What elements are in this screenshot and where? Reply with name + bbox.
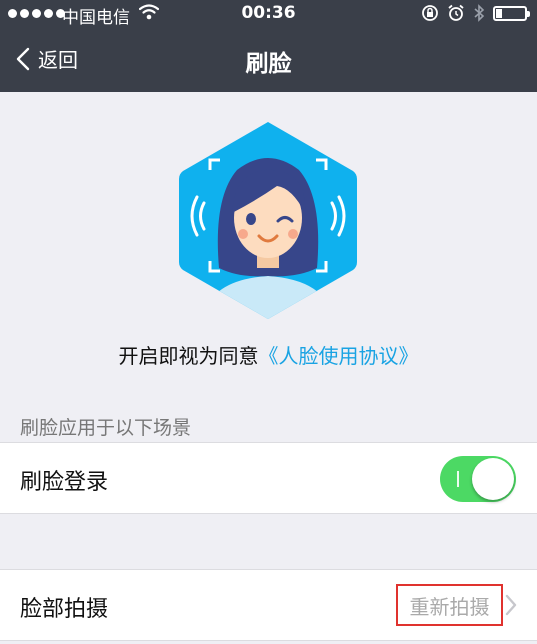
face-login-toggle[interactable]: [440, 456, 516, 502]
face-capture-label: 脸部拍摄: [20, 597, 109, 622]
bluetooth-icon: [474, 4, 485, 22]
retake-button[interactable]: 重新拍摄: [396, 584, 503, 626]
agreement-text: 开启即视为同意《人脸使用协议》: [0, 340, 537, 369]
agreement-link[interactable]: 《人脸使用协议》: [259, 344, 419, 368]
rotation-lock-icon: [422, 5, 438, 21]
alarm-icon: [448, 4, 464, 21]
agreement-prefix: 开启即视为同意: [118, 344, 259, 368]
face-login-label: 刷脸登录: [20, 470, 109, 495]
face-hexagon-illustration: [177, 118, 359, 323]
face-capture-row[interactable]: 脸部拍摄 重新拍摄: [0, 569, 537, 641]
battery-icon: [493, 5, 530, 21]
page-title: 刷脸: [245, 51, 292, 77]
section-caption: 刷脸应用于以下场景: [20, 417, 192, 439]
chevron-right-icon: [505, 594, 517, 616]
toggle-knob: [472, 458, 514, 500]
status-bar: 中国电信 00:36: [0, 0, 537, 28]
toggle-on-mark: [457, 471, 459, 487]
status-icons: [421, 4, 530, 22]
nav-bar: 返回 刷脸: [0, 28, 537, 92]
face-login-row: 刷脸登录: [0, 442, 537, 514]
top-bar: 中国电信 00:36 返回 刷脸: [0, 0, 537, 92]
